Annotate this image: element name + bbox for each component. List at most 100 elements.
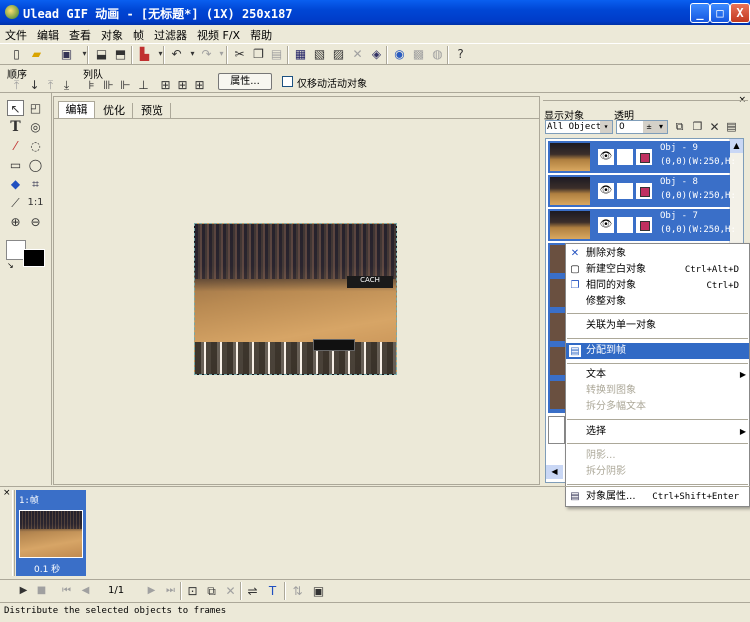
align-grid2-icon[interactable]: ⊞ — [174, 77, 191, 93]
tab-edit[interactable]: 编辑 — [58, 101, 95, 118]
object-properties-icon[interactable]: ▤ — [723, 119, 740, 135]
list-item-obj9[interactable]: 👁 Obj - 9 (0,0)(W:250,H: — [548, 141, 736, 173]
maximize-button[interactable]: □ — [710, 3, 730, 23]
align-right-icon[interactable]: ⊩ — [117, 77, 134, 93]
scroll-up-icon[interactable]: ▲ — [730, 139, 743, 153]
new-file-icon[interactable]: ▯ — [8, 46, 25, 62]
globe-icon[interactable]: ◉ — [391, 46, 408, 62]
zoom-out-icon[interactable]: ⊖ — [27, 214, 44, 230]
copy-icon[interactable]: ❐ — [250, 46, 267, 62]
menu-edit[interactable]: 编辑 — [32, 25, 64, 43]
crop-tool-icon[interactable]: ⌗ — [27, 176, 44, 192]
zoom-in-icon[interactable]: ⊕ — [7, 214, 24, 230]
menu-item-trim-object[interactable]: 修整对象 — [566, 294, 749, 310]
foreground-color-swatch[interactable] — [23, 249, 45, 267]
paste-icon[interactable]: ▤ — [268, 46, 285, 62]
tab-optimize[interactable]: 优化 — [96, 103, 133, 118]
scroll-left-icon[interactable]: ◀ — [546, 465, 563, 479]
menu-video-fx[interactable]: 视频 F/X — [192, 25, 245, 43]
cut-icon[interactable]: ✂ — [231, 46, 248, 62]
lock-toggle[interactable] — [617, 217, 633, 233]
reverse-icon[interactable]: ⇅ — [289, 583, 306, 599]
menu-file[interactable]: 文件 — [0, 25, 32, 43]
obscured-object-rows[interactable] — [548, 243, 565, 413]
tab-preview[interactable]: 预览 — [134, 103, 171, 118]
send-back-icon[interactable]: ⤓ — [58, 77, 75, 93]
fill-tool-icon[interactable]: ◆ — [7, 176, 24, 192]
align-grid-icon[interactable]: ⊞ — [157, 77, 174, 93]
align-center-icon[interactable]: ⊪ — [100, 77, 117, 93]
chevron-down-icon[interactable]: ▾ — [655, 121, 667, 133]
menu-item-text[interactable]: 文本 ▶ — [566, 367, 749, 383]
text-tween-icon[interactable]: T — [264, 583, 281, 599]
minimize-button[interactable]: _ — [690, 3, 710, 23]
frame-properties-icon[interactable]: ▧ — [311, 46, 328, 62]
menu-filter[interactable]: 过滤器 — [149, 25, 192, 43]
import-icon[interactable]: ⬓ — [93, 46, 110, 62]
menu-item-link-single-object[interactable]: 关联为单一对象 — [566, 318, 749, 334]
eraser-tool-icon[interactable]: ▭ — [7, 157, 24, 173]
resize-icon[interactable]: ◈ — [368, 46, 385, 62]
bring-front-icon[interactable]: ⤒ — [8, 77, 25, 93]
align-bottom-icon[interactable]: ⊥ — [135, 77, 152, 93]
frame-properties-icon[interactable]: ▣ — [310, 583, 327, 599]
play-icon[interactable]: ▶ — [15, 583, 32, 599]
lock-toggle[interactable] — [617, 183, 633, 199]
open-folder-icon[interactable]: ▰ — [28, 46, 45, 62]
optimize-icon[interactable]: ▩ — [410, 46, 427, 62]
canvas-image[interactable]: CACH — [194, 223, 397, 375]
transparency-input[interactable]: 0 ± ▾ — [616, 120, 668, 134]
eye-icon[interactable]: 👁 — [598, 183, 614, 199]
stop-icon[interactable]: ■ — [33, 583, 50, 599]
menu-help[interactable]: 帮助 — [245, 25, 277, 43]
magic-wand-icon[interactable]: ◌ — [27, 138, 44, 154]
delete-frame-icon[interactable]: ✕ — [222, 583, 239, 599]
save-icon[interactable]: ▣ — [58, 46, 75, 62]
object-color-swatch[interactable] — [636, 149, 652, 165]
undo-icon[interactable]: ↶ — [168, 46, 185, 62]
context-help-icon[interactable]: ? — [452, 46, 469, 62]
lock-toggle[interactable] — [617, 149, 633, 165]
list-item-obj7[interactable]: 👁 Obj - 7 (0,0)(W:250,H: — [548, 209, 736, 241]
preview-browser-icon[interactable]: ▙ — [136, 46, 153, 62]
dropdown-arrow-icon[interactable]: ▾ — [152, 46, 169, 62]
wizard-icon[interactable]: ◍ — [429, 46, 446, 62]
send-backward-icon[interactable]: ⤒ — [42, 77, 59, 93]
add-frame-icon[interactable]: ⊡ — [184, 583, 201, 599]
lasso-tool-icon[interactable]: ◎ — [27, 119, 44, 135]
frame-1-delay[interactable]: 0.1 秒 — [34, 562, 60, 575]
properties-button[interactable]: 属性... — [218, 73, 272, 90]
crop-icon[interactable]: ✕ — [349, 46, 366, 62]
delete-object-icon[interactable]: ✕ — [706, 119, 723, 135]
marquee-tool-icon[interactable]: ◰ — [27, 100, 44, 116]
text-tool-icon[interactable]: T — [7, 119, 24, 135]
duplicate-object-icon[interactable]: ❐ — [689, 119, 706, 135]
first-frame-icon[interactable]: ⏮ — [58, 583, 75, 599]
only-move-active-checkbox[interactable] — [282, 76, 293, 87]
last-frame-icon[interactable]: ⏭ — [162, 583, 179, 599]
list-item-obj8[interactable]: 👁 Obj - 8 (0,0)(W:250,H: — [548, 175, 736, 207]
show-objects-select[interactable]: All Object ▾ — [545, 120, 613, 134]
object-color-swatch[interactable] — [636, 183, 652, 199]
tween-icon[interactable]: ⇌ — [244, 583, 261, 599]
object-color-swatch[interactable] — [636, 217, 652, 233]
previous-frame-icon[interactable]: ◀ — [77, 583, 94, 599]
menu-item-select[interactable]: 选择 ▶ — [566, 424, 749, 440]
frame-panel-close-icon[interactable]: × — [3, 488, 11, 498]
actual-size-icon[interactable]: 1:1 — [27, 195, 44, 211]
menu-view[interactable]: 查看 — [64, 25, 96, 43]
swap-colors-icon[interactable]: ↘ — [7, 261, 14, 270]
new-object-icon[interactable]: ⧉ — [671, 119, 688, 135]
menu-item-delete-object[interactable]: ✕ 删除对象 — [566, 246, 749, 262]
bring-forward-icon[interactable]: ↓ — [26, 77, 43, 93]
menu-item-distribute-to-frames[interactable]: ▤ 分配到帧 — [566, 343, 749, 359]
menu-object[interactable]: 对象 — [96, 25, 128, 43]
frame-1-tile[interactable]: 1:帧 0.1 秒 — [16, 490, 86, 576]
menu-item-new-blank-object[interactable]: ▢ 新建空白对象 Ctrl+Alt+D — [566, 262, 749, 278]
add-image-icon[interactable]: ▨ — [330, 46, 347, 62]
duplicate-frame-icon[interactable]: ⧉ — [203, 583, 220, 599]
close-button[interactable]: X — [730, 3, 750, 23]
frame-icon[interactable]: ▦ — [292, 46, 309, 62]
eye-icon[interactable]: 👁 — [598, 217, 614, 233]
next-frame-icon[interactable]: ▶ — [143, 583, 160, 599]
